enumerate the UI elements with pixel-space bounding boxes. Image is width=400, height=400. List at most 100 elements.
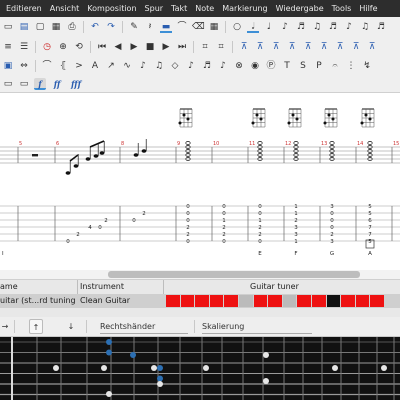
bend-bar-icon[interactable]: ⊼	[334, 41, 346, 53]
sixteenth-note-icon[interactable]: ♬	[295, 21, 307, 33]
string-down-button[interactable]: ↓	[64, 319, 78, 334]
bend-bar-icon[interactable]: ⊼	[302, 41, 314, 53]
menu-takt[interactable]: Takt	[167, 0, 191, 17]
tab-fret-number: 0	[258, 211, 262, 217]
col-header-tuner[interactable]: Guitar tuner	[250, 280, 299, 294]
stop-icon[interactable]: ■	[144, 41, 156, 53]
dynamic-mf-icon[interactable]: ▭	[18, 78, 30, 90]
metronome-icon[interactable]: ◷	[41, 41, 53, 53]
accent-icon[interactable]: >	[73, 60, 85, 72]
staccato-icon[interactable]: Α	[89, 60, 101, 72]
tap-icon[interactable]: T	[281, 60, 293, 72]
rest-icon[interactable]: 𝄽	[144, 21, 156, 33]
trill-icon[interactable]: ♪	[185, 60, 197, 72]
col-header-instrument[interactable]: Instrument	[80, 280, 124, 294]
count-in-icon[interactable]: ⊕	[57, 41, 69, 53]
align-left-icon[interactable]: ≡	[2, 41, 14, 53]
pan-icon[interactable]: ⇔	[18, 60, 30, 72]
bend-bar-icon[interactable]: ⊼	[238, 41, 250, 53]
tremolo-icon[interactable]: ♬	[201, 60, 213, 72]
ghost-note-icon[interactable]: ◉	[249, 60, 261, 72]
score-hscrollbar[interactable]	[0, 270, 400, 279]
scrollbar-thumb[interactable]	[108, 271, 360, 278]
scroll-right-button[interactable]: →	[0, 319, 10, 334]
tab-fret-number: 5	[368, 204, 372, 210]
menu-tools[interactable]: Tools	[328, 0, 356, 17]
tab-fret-number: 3	[294, 232, 298, 238]
triplet-icon[interactable]: ♫	[359, 21, 371, 33]
redo-icon[interactable]: ↷	[105, 21, 117, 33]
undo-icon[interactable]: ↶	[89, 21, 101, 33]
bend-bar-icon[interactable]: ⊼	[270, 41, 282, 53]
file-open-icon[interactable]: ▤	[18, 21, 30, 33]
vibrato-icon[interactable]: ∿	[121, 60, 133, 72]
save-icon[interactable]: ▢	[34, 21, 46, 33]
tuplet-icon[interactable]: ♬	[375, 21, 387, 33]
bend-icon[interactable]: ↗	[105, 60, 117, 72]
menu-komposition[interactable]: Komposition	[83, 0, 140, 17]
file-new-icon[interactable]: ▭	[2, 21, 14, 33]
grid-icon[interactable]: ▦	[208, 21, 220, 33]
note-bar-icon[interactable]: ▬	[160, 21, 172, 33]
stroke-icon[interactable]: ↯	[361, 60, 373, 72]
first-icon[interactable]: ⏮	[96, 41, 108, 53]
dynamic-p-icon[interactable]: ▭	[2, 78, 14, 90]
last-icon[interactable]: ⏭	[176, 41, 188, 53]
menu-editieren[interactable]: Editieren	[0, 0, 46, 17]
tie-icon[interactable]: ⌒	[176, 21, 188, 33]
dead-note-icon[interactable]: ⊗	[233, 60, 245, 72]
pm-icon[interactable]: Ⓟ	[265, 60, 277, 72]
menu-ansicht[interactable]: Ansicht	[46, 0, 84, 17]
string-up-button[interactable]: ↑	[29, 319, 43, 334]
arpeggio-icon[interactable]: ⋮	[345, 60, 357, 72]
dynamic-fff-icon[interactable]: fff	[68, 78, 84, 90]
bend-bar-icon[interactable]: ⊼	[254, 41, 266, 53]
eighth-note-icon[interactable]: ♪	[279, 21, 291, 33]
menu-spur[interactable]: Spur	[141, 0, 168, 17]
chord-diagram-icon[interactable]: ⌗	[199, 41, 211, 53]
slur-icon[interactable]: ⌒	[41, 60, 53, 72]
forward-icon[interactable]: ▶	[160, 41, 172, 53]
menu-note[interactable]: Note	[191, 0, 218, 17]
mixer-icon[interactable]: ▣	[2, 60, 14, 72]
save-as-icon[interactable]: ▦	[50, 21, 62, 33]
separator	[35, 60, 36, 72]
bend-bar-icon[interactable]: ⊼	[350, 41, 362, 53]
bend-bar-icon[interactable]: ⊼	[318, 41, 330, 53]
hammer-icon[interactable]: ♫	[153, 60, 165, 72]
loop-icon[interactable]: ⟲	[73, 41, 85, 53]
dotted-note-icon[interactable]: ♪	[343, 21, 355, 33]
scale-select[interactable]: Skalierung	[202, 319, 312, 334]
half-note-icon[interactable]: 𝅗𝅥	[247, 21, 259, 33]
bend-bar-icon[interactable]: ⊼	[286, 41, 298, 53]
dynamic-ff-icon[interactable]: ff	[50, 78, 64, 90]
slide-icon[interactable]: ♪	[137, 60, 149, 72]
chord-a-icon[interactable]: ⌗	[215, 41, 227, 53]
whole-note-icon[interactable]: ○	[231, 21, 243, 33]
col-header-name[interactable]: ame	[0, 280, 18, 294]
slap-icon[interactable]: S	[297, 60, 309, 72]
harmonic-icon[interactable]: ◇	[169, 60, 181, 72]
menu-markierung[interactable]: Markierung	[218, 0, 271, 17]
bend-bar-icon[interactable]: ⊼	[366, 41, 378, 53]
repeat-icon[interactable]: ⦃	[57, 60, 69, 72]
rewind-icon[interactable]: ◀	[112, 41, 124, 53]
dynamic-f-icon[interactable]: f	[34, 78, 46, 90]
align-center-icon[interactable]: ☰	[18, 41, 30, 53]
fretboard[interactable]	[0, 337, 400, 400]
pencil-icon[interactable]: ✎	[128, 21, 140, 33]
text-icon[interactable]: 𝄐	[329, 60, 341, 72]
print-icon[interactable]: ⎙	[66, 21, 78, 33]
pop-icon[interactable]: P	[313, 60, 325, 72]
palm-mute-icon[interactable]: ♪	[217, 60, 229, 72]
sixty-fourth-note-icon[interactable]: ♬	[327, 21, 339, 33]
quarter-note-icon[interactable]: ♩	[263, 21, 275, 33]
thirty-second-note-icon[interactable]: ♫	[311, 21, 323, 33]
score-view[interactable]: 5 6 8 9 10 11 12 13 14 15 0 2 4 0 2 0 2 0 0 0 2 2 0 0 0 1 2 2 0 0 0 1 2 2…	[0, 93, 400, 271]
menu-wiedergabe[interactable]: Wiedergabe	[272, 0, 328, 17]
handedness-select[interactable]: Rechtshänder	[100, 319, 188, 334]
menu-hilfe[interactable]: Hilfe	[355, 0, 381, 17]
play-icon[interactable]: ▶	[128, 41, 140, 53]
eraser-icon[interactable]: ⌫	[192, 21, 205, 33]
chord-name-label: A	[368, 251, 372, 257]
